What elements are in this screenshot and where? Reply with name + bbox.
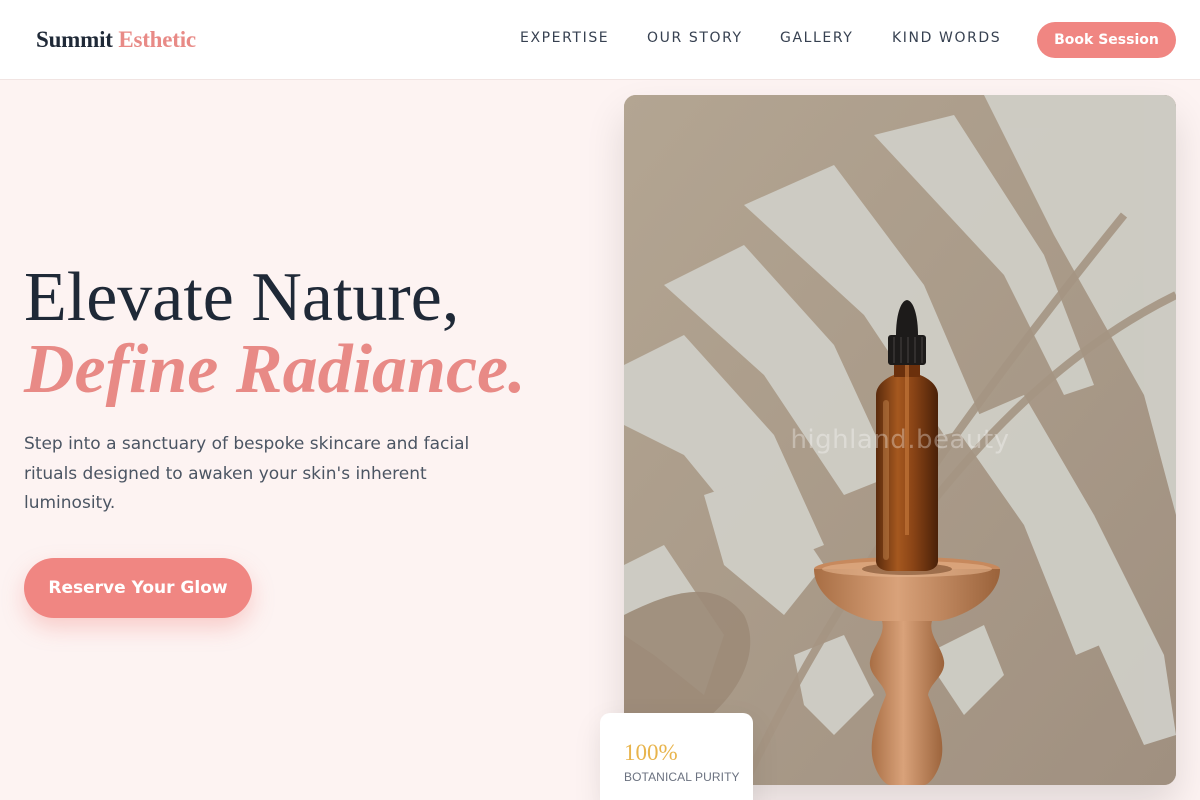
nav-link-kind-words[interactable]: KIND WORDS: [892, 30, 1001, 46]
brand-name-primary: Summit: [36, 27, 113, 52]
stat-value: 100%: [624, 740, 678, 765]
nav-link-our-story[interactable]: OUR STORY: [647, 30, 743, 46]
brand-name-accent: Esthetic: [118, 27, 196, 52]
image-watermark: highland.beauty: [790, 425, 1010, 455]
botanical-purity-card: 100% BOTANICAL PURITY: [600, 713, 753, 800]
stat-label: BOTANICAL PURITY: [624, 770, 740, 784]
nav-link-gallery[interactable]: GALLERY: [780, 30, 853, 46]
nav-link-expertise[interactable]: EXPERTISE: [520, 30, 609, 46]
hero-title-accent: Define Radiance.: [24, 331, 526, 408]
book-session-button[interactable]: Book Session: [1037, 22, 1176, 58]
hero-product-image: highland.beauty: [624, 95, 1176, 785]
hero-description: Step into a sanctuary of bespoke skincar…: [24, 434, 470, 513]
reserve-glow-button[interactable]: Reserve Your Glow: [24, 558, 252, 618]
hero-title: Elevate Nature,: [24, 259, 460, 336]
brand-logo[interactable]: Summit Esthetic: [36, 27, 196, 53]
site-header: Summit Esthetic EXPERTISE OUR STORY GALL…: [0, 0, 1200, 80]
